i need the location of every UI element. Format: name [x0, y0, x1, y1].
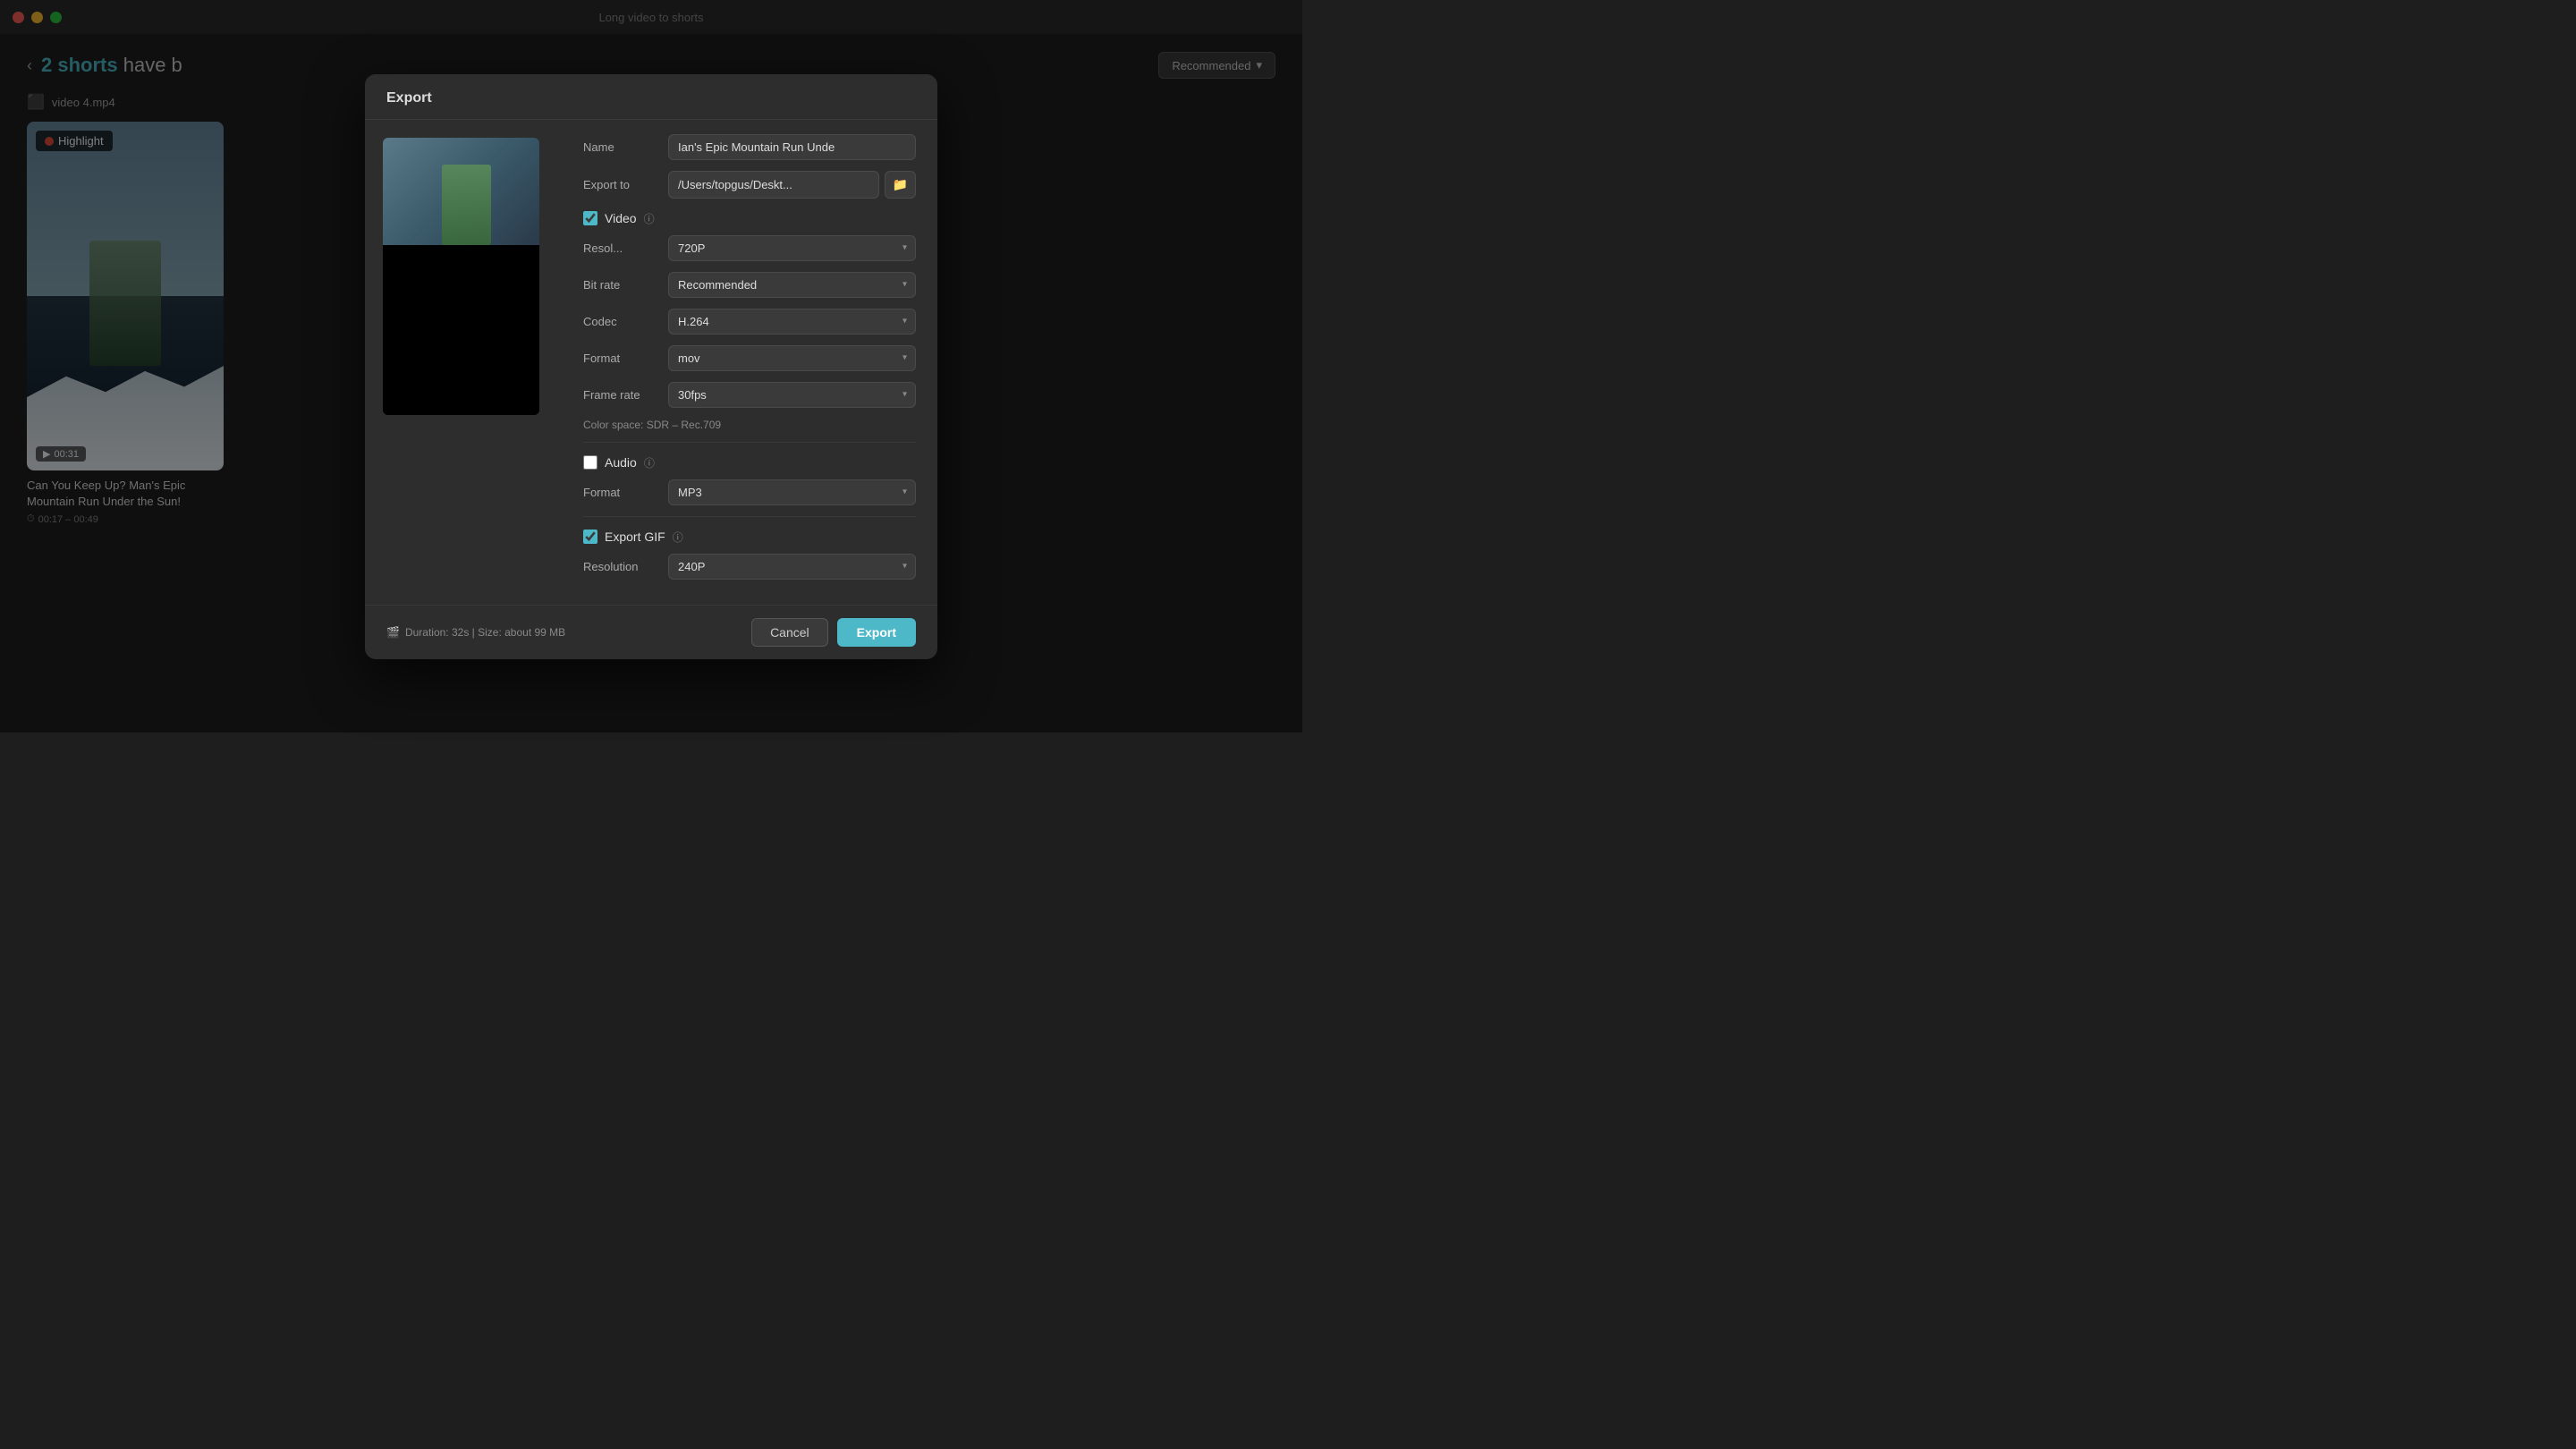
divider-1: [583, 442, 916, 443]
settings-panel[interactable]: Name Export to 📁 Video: [562, 120, 937, 605]
resolution-select[interactable]: 720P 1080P 480P 360P: [668, 235, 916, 261]
preview-figure: [442, 165, 491, 245]
framerate-select[interactable]: 30fps 24fps 60fps: [668, 382, 916, 408]
preview-thumbnail: [383, 138, 539, 415]
folder-icon: 📁: [893, 177, 908, 191]
framerate-field-row: Frame rate 30fps 24fps 60fps ▾: [583, 382, 916, 408]
gif-checkbox[interactable]: [583, 530, 597, 544]
preview-top: [383, 138, 539, 245]
export-dialog: Export Name: [365, 74, 937, 659]
gif-info-icon: ⓘ: [673, 530, 683, 545]
codec-label: Codec: [583, 315, 659, 328]
gif-section-label: Export GIF: [605, 530, 665, 544]
dialog-body: Name Export to 📁 Video: [365, 120, 937, 605]
codec-select-wrapper: H.264 H.265 ProRes ▾: [668, 309, 916, 335]
audio-format-select-wrapper: MP3 AAC WAV ▾: [668, 479, 916, 505]
footer-buttons: Cancel Export: [751, 618, 916, 647]
gif-resolution-select[interactable]: 240P 480P 360P: [668, 554, 916, 580]
export-button[interactable]: Export: [837, 618, 916, 647]
dialog-footer: 🎬 Duration: 32s | Size: about 99 MB Canc…: [365, 605, 937, 659]
color-space-text: Color space: SDR – Rec.709: [583, 419, 916, 431]
audio-format-label: Format: [583, 486, 659, 499]
bitrate-label: Bit rate: [583, 278, 659, 292]
export-path-input[interactable]: [668, 171, 879, 199]
framerate-label: Frame rate: [583, 388, 659, 402]
export-to-input-group: 📁: [668, 171, 916, 199]
modal-overlay: Export Name: [0, 0, 1302, 733]
name-field-row: Name: [583, 134, 916, 160]
format-select[interactable]: mov mp4 avi: [668, 345, 916, 371]
preview-bottom: [383, 245, 539, 415]
gif-resolution-label: Resolution: [583, 560, 659, 573]
folder-browse-button[interactable]: 📁: [885, 171, 916, 199]
dialog-header: Export: [365, 74, 937, 120]
gif-section-header: Export GIF ⓘ: [583, 530, 916, 545]
video-section-label: Video: [605, 211, 637, 225]
codec-field-row: Codec H.264 H.265 ProRes ▾: [583, 309, 916, 335]
codec-select[interactable]: H.264 H.265 ProRes: [668, 309, 916, 335]
film-icon: 🎬: [386, 626, 400, 639]
export-to-label: Export to: [583, 178, 659, 191]
resolution-field-row: Resol... 720P 1080P 480P 360P ▾: [583, 235, 916, 261]
video-section-header: Video ⓘ: [583, 211, 916, 226]
video-info-icon: ⓘ: [644, 211, 655, 226]
audio-checkbox[interactable]: [583, 455, 597, 470]
name-input[interactable]: [668, 134, 916, 160]
bitrate-select[interactable]: Recommended High Low: [668, 272, 916, 298]
format-label: Format: [583, 352, 659, 365]
export-to-field-row: Export to 📁: [583, 171, 916, 199]
duration-text: Duration: 32s | Size: about 99 MB: [405, 626, 565, 639]
resolution-select-wrapper: 720P 1080P 480P 360P ▾: [668, 235, 916, 261]
bitrate-field-row: Bit rate Recommended High Low ▾: [583, 272, 916, 298]
format-field-row: Format mov mp4 avi ▾: [583, 345, 916, 371]
name-label: Name: [583, 140, 659, 154]
dialog-title: Export: [386, 90, 432, 106]
divider-2: [583, 516, 916, 517]
audio-section-label: Audio: [605, 455, 637, 470]
bitrate-select-wrapper: Recommended High Low ▾: [668, 272, 916, 298]
audio-format-field-row: Format MP3 AAC WAV ▾: [583, 479, 916, 505]
format-select-wrapper: mov mp4 avi ▾: [668, 345, 916, 371]
audio-section-header: Audio ⓘ: [583, 455, 916, 470]
resolution-label: Resol...: [583, 242, 659, 255]
video-checkbox[interactable]: [583, 211, 597, 225]
cancel-button[interactable]: Cancel: [751, 618, 828, 647]
audio-info-icon: ⓘ: [644, 455, 655, 470]
gif-resolution-field-row: Resolution 240P 480P 360P ▾: [583, 554, 916, 580]
gif-resolution-select-wrapper: 240P 480P 360P ▾: [668, 554, 916, 580]
duration-info: 🎬 Duration: 32s | Size: about 99 MB: [386, 626, 565, 639]
audio-format-select[interactable]: MP3 AAC WAV: [668, 479, 916, 505]
framerate-select-wrapper: 30fps 24fps 60fps ▾: [668, 382, 916, 408]
preview-panel: [365, 120, 562, 605]
